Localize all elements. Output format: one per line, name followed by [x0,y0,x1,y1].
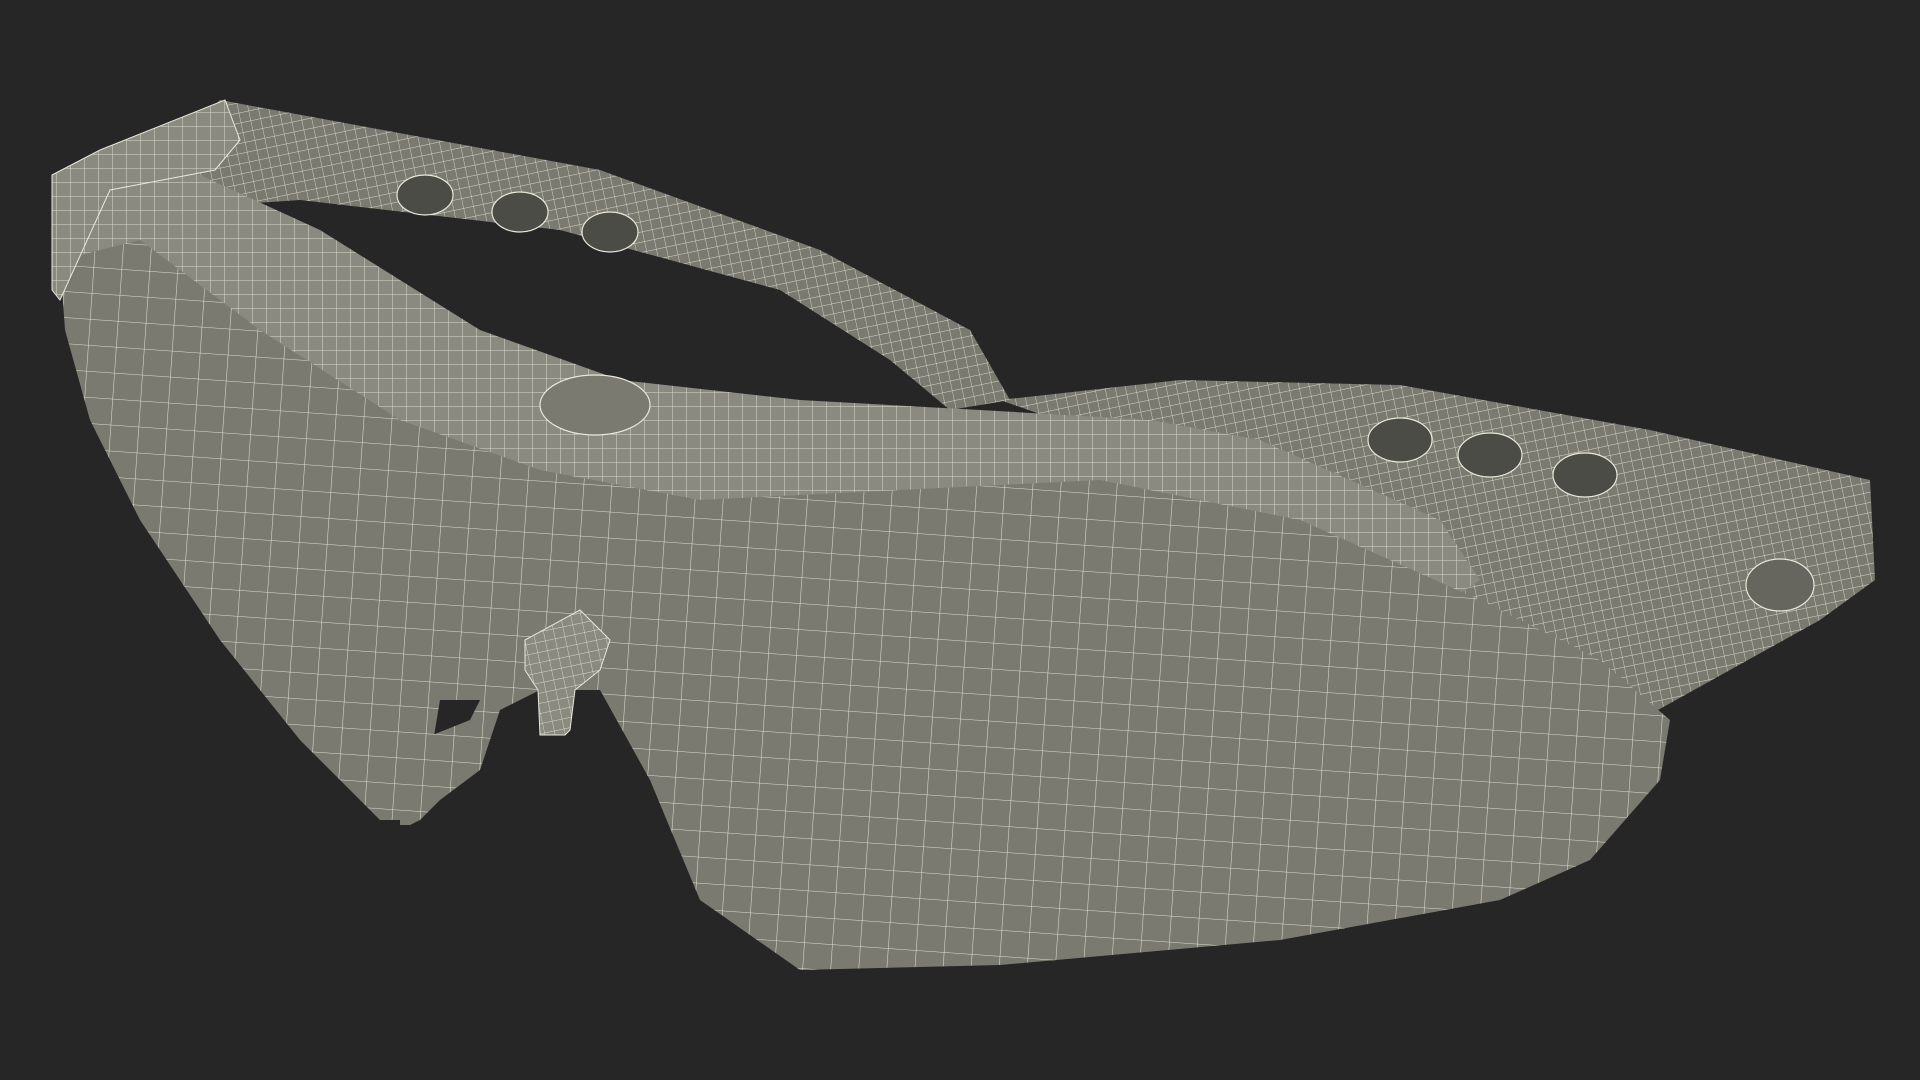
vent-hole [581,211,639,253]
vent-hole [396,174,454,216]
hinge-knob [1745,558,1815,612]
frame-screw [539,374,651,436]
render-viewport [0,0,1920,1080]
vent-hole [1457,432,1523,478]
vent-hole [1367,417,1433,463]
safety-glasses-wireframe-render [51,99,1875,970]
vent-hole [491,191,549,233]
vent-hole [1552,452,1618,498]
